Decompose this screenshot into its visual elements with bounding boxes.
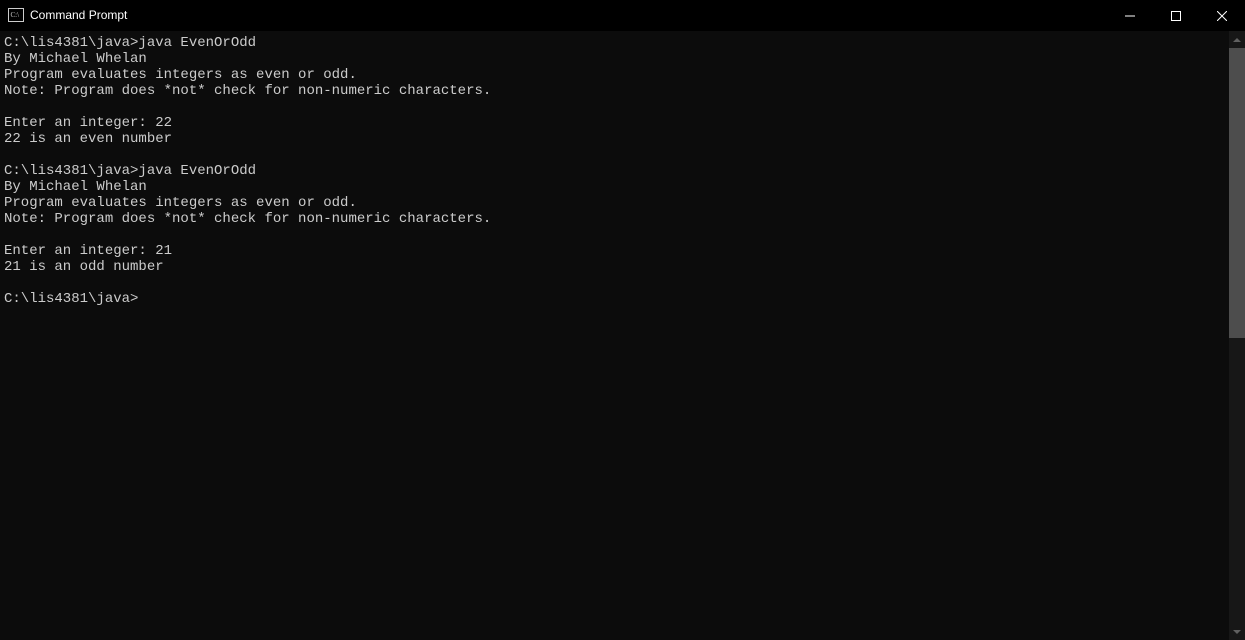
scrollbar[interactable] <box>1229 31 1245 640</box>
terminal-line: 21 is an odd number <box>4 259 1225 275</box>
terminal-line: Note: Program does *not* check for non-n… <box>4 83 1225 99</box>
terminal-line: By Michael Whelan <box>4 51 1225 67</box>
terminal-line: By Michael Whelan <box>4 179 1225 195</box>
scroll-track[interactable] <box>1229 48 1245 623</box>
terminal-line: Enter an integer: 21 <box>4 243 1225 259</box>
window-title: Command Prompt <box>30 8 127 22</box>
titlebar: C:\ Command Prompt <box>0 0 1245 31</box>
terminal-line <box>4 99 1225 115</box>
scroll-down-arrow[interactable] <box>1229 623 1245 640</box>
terminal-line: C:\lis4381\java>java EvenOrOdd <box>4 35 1225 51</box>
scroll-thumb[interactable] <box>1229 48 1245 338</box>
terminal-line: C:\lis4381\java> <box>4 291 1225 307</box>
terminal-line: Program evaluates integers as even or od… <box>4 67 1225 83</box>
command-prompt-icon: C:\ <box>8 7 24 23</box>
window-controls <box>1107 0 1245 30</box>
close-button[interactable] <box>1199 0 1245 31</box>
terminal-content[interactable]: C:\lis4381\java>java EvenOrOddBy Michael… <box>0 31 1229 640</box>
terminal-line: C:\lis4381\java>java EvenOrOdd <box>4 163 1225 179</box>
terminal-line: 22 is an even number <box>4 131 1225 147</box>
terminal-line <box>4 275 1225 291</box>
terminal-line <box>4 227 1225 243</box>
maximize-button[interactable] <box>1153 0 1199 31</box>
terminal-line: Program evaluates integers as even or od… <box>4 195 1225 211</box>
svg-text:C:\: C:\ <box>11 11 20 19</box>
terminal-line: Enter an integer: 22 <box>4 115 1225 131</box>
minimize-button[interactable] <box>1107 0 1153 31</box>
scroll-up-arrow[interactable] <box>1229 31 1245 48</box>
terminal-line: Note: Program does *not* check for non-n… <box>4 211 1225 227</box>
terminal-area: C:\lis4381\java>java EvenOrOddBy Michael… <box>0 31 1245 640</box>
terminal-line <box>4 147 1225 163</box>
titlebar-left: C:\ Command Prompt <box>0 7 127 23</box>
